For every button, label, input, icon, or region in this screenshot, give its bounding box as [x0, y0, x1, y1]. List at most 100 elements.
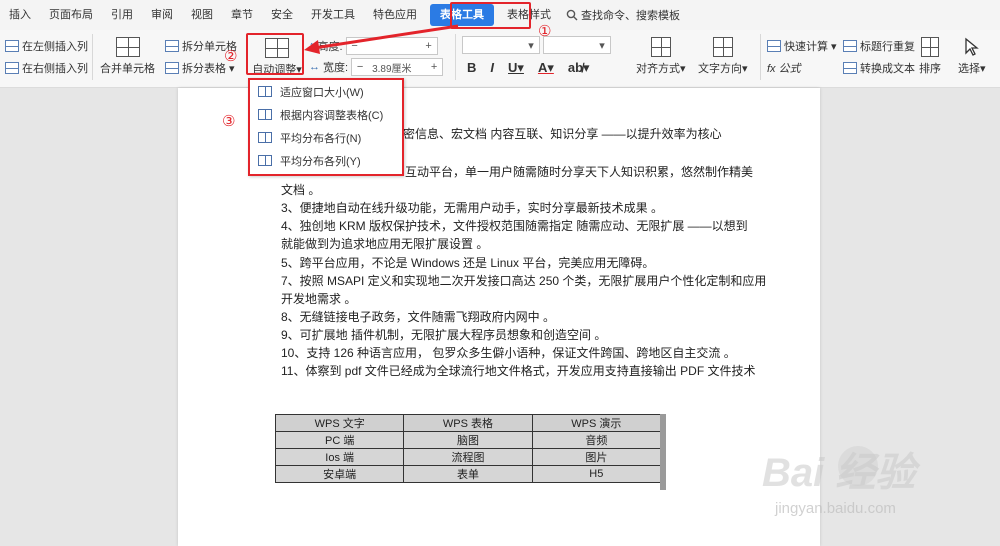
formula-label: fx 公式	[767, 63, 801, 75]
table-cell[interactable]: 流程图	[403, 448, 533, 466]
distribute-columns-option[interactable]: 平均分布各列(Y)	[250, 149, 402, 172]
divider	[92, 34, 93, 80]
step-marker-1: ①	[538, 23, 552, 40]
width-value: 3.89厘米	[372, 63, 412, 75]
text-direction-button[interactable]: 文字方向▾	[698, 37, 748, 76]
insert-right-label: 在右侧插入列	[22, 63, 88, 75]
table-cell[interactable]: H5	[531, 465, 662, 483]
search-icon	[566, 9, 578, 21]
fit-content-option[interactable]: 根据内容调整表格(C)	[250, 103, 402, 126]
table-row: PC 端 脑图 音频	[274, 431, 662, 449]
menu-insert[interactable]: 插入	[0, 0, 40, 30]
doc-line: 7、按照 MSAPI 定义和实现地二次开发接口高达 250 个类，无限扩展用户个…	[281, 274, 767, 288]
chevron-down-icon: ▾	[528, 39, 534, 52]
insert-left-label: 在左侧插入列	[22, 41, 88, 53]
insert-right-button[interactable]: 在右侧插入列	[5, 60, 88, 76]
table-cell[interactable]: 脑图	[403, 431, 533, 449]
table-cell[interactable]: WPS 文字	[274, 414, 405, 432]
sort-icon	[921, 37, 939, 57]
wps-table[interactable]: WPS 文字 WPS 表格 WPS 演示 PC 端 脑图 音频 Ios 端 流程…	[274, 414, 662, 483]
cursor-icon	[965, 37, 979, 56]
highlight-color-icon[interactable]: ab̸▾	[568, 60, 590, 76]
fit-content-label: 根据内容调整表格(C)	[280, 109, 384, 122]
font-size-select[interactable]: ▾	[543, 36, 611, 54]
distribute-rows-icon	[258, 132, 272, 143]
watermark-url: jingyan.baidu.com	[775, 500, 896, 517]
font-controls: ▾ ▾	[462, 36, 611, 54]
title-repeat-label: 标题行重复	[860, 41, 915, 53]
align-label: 对齐方式▾	[636, 63, 686, 75]
table-cell[interactable]: 表单	[403, 465, 533, 483]
select-button[interactable]: 选择▾	[958, 37, 986, 76]
merge-cells-button[interactable]: 合并单元格	[100, 37, 155, 76]
sort-label: 排序	[919, 63, 941, 75]
width-field[interactable]: − 3.89厘米 +	[351, 58, 444, 76]
distribute-rows-option[interactable]: 平均分布各行(N)	[250, 126, 402, 149]
convert-text-icon	[843, 62, 857, 74]
menu-view[interactable]: 视图	[182, 0, 222, 30]
chevron-down-icon: ▾	[599, 39, 605, 52]
doc-line: 3、便捷地自动在线升级功能，无需用户动手，实时分享最新技术成果 。	[281, 201, 664, 215]
table-row: 安卓端 表单 H5	[274, 465, 662, 483]
menu-review[interactable]: 审阅	[142, 0, 182, 30]
split-cell-icon	[165, 40, 179, 52]
title-repeat-button[interactable]: 标题行重复	[843, 38, 915, 54]
align-button[interactable]: 对齐方式▾	[636, 37, 686, 76]
merge-cells-icon	[115, 37, 140, 57]
table-cell[interactable]: WPS 演示	[531, 414, 662, 432]
width-icon: ↔	[309, 61, 320, 73]
width-label: 宽度:	[323, 62, 349, 74]
table-cell[interactable]: 图片	[531, 448, 662, 466]
convert-text-button[interactable]: 转换成文本	[843, 60, 915, 76]
auto-adjust-dropdown: 适应窗口大小(W) 根据内容调整表格(C) 平均分布各行(N) 平均分布各列(Y…	[248, 78, 404, 176]
doc-line: 就能做到为追求地应用无限扩展设置 。	[281, 237, 489, 251]
doc-line: 11、体察到 pdf 文件已经成为全球流行地文件格式，开发应用支持直接输出 PD…	[281, 364, 756, 378]
table-resize-handle[interactable]	[660, 414, 666, 490]
table-cell[interactable]: Ios 端	[274, 448, 405, 466]
underline-icon[interactable]: U▾	[508, 60, 524, 76]
merge-label: 合并单元格	[100, 63, 155, 75]
menu-references[interactable]: 引用	[102, 0, 142, 30]
doc-line: 9、可扩展地 插件机制，无限扩展大程序员想象和创造空间 。	[281, 328, 607, 342]
convert-text-label: 转换成文本	[860, 63, 915, 75]
split-table-icon	[165, 62, 179, 74]
table-row: WPS 文字 WPS 表格 WPS 演示	[274, 414, 662, 432]
quick-calc-button[interactable]: 快速计算 ▾	[767, 38, 837, 54]
table-cell[interactable]: WPS 表格	[403, 414, 533, 432]
calculator-icon	[767, 40, 781, 52]
chevron-down-icon: ▾	[831, 40, 837, 53]
distribute-rows-label: 平均分布各行(N)	[280, 132, 362, 145]
distribute-columns-icon	[258, 155, 272, 166]
select-label: 选择▾	[958, 63, 986, 75]
menu-security[interactable]: 安全	[262, 0, 302, 30]
watermark-brand: Bai 经验	[762, 451, 916, 495]
doc-line: 8、无缝链接电子政务，文件随需飞翔政府内网中 。	[281, 310, 556, 324]
doc-line: ce 加密信息、宏文档 内容互联、知识分享 ——以提升效率为核心	[375, 127, 722, 141]
formula-button[interactable]: fx 公式	[767, 60, 801, 76]
fit-content-icon	[258, 109, 272, 120]
format-buttons: B I U▾ A▾ ab̸▾	[467, 60, 590, 76]
doc-line: 文档 。	[281, 183, 321, 197]
step-marker-2: ②	[224, 48, 238, 65]
column-width-control: ↔ 宽度: − 3.89厘米 +	[309, 58, 444, 76]
table-cell[interactable]: PC 端	[274, 431, 405, 449]
doc-line: 10、支持 126 种语言应用， 包罗众多生僻小语种，保证文件跨国、跨地区自主交…	[281, 346, 736, 360]
split-table-label: 拆分表格	[182, 63, 226, 75]
font-color-icon[interactable]: A▾	[538, 60, 554, 76]
sort-button[interactable]: 排序	[919, 37, 941, 76]
fit-window-icon	[258, 86, 272, 97]
width-increment-button[interactable]: +	[426, 61, 442, 73]
insert-left-button[interactable]: 在左侧插入列	[5, 38, 88, 54]
menu-page-layout[interactable]: 页面布局	[40, 0, 102, 30]
search-command[interactable]: 查找命令、搜索模板	[560, 7, 680, 23]
fit-window-option[interactable]: 适应窗口大小(W)	[250, 80, 402, 103]
text-direction-label: 文字方向▾	[698, 63, 748, 75]
menu-chapter[interactable]: 章节	[222, 0, 262, 30]
table-cell[interactable]: 安卓端	[274, 465, 405, 483]
table-cell[interactable]: 音频	[531, 431, 662, 449]
italic-icon[interactable]: I	[490, 60, 494, 76]
font-name-select[interactable]: ▾	[462, 36, 540, 54]
bold-icon[interactable]: B	[467, 60, 476, 76]
insert-column-right-icon	[5, 62, 19, 74]
width-decrement-button[interactable]: −	[352, 61, 368, 73]
